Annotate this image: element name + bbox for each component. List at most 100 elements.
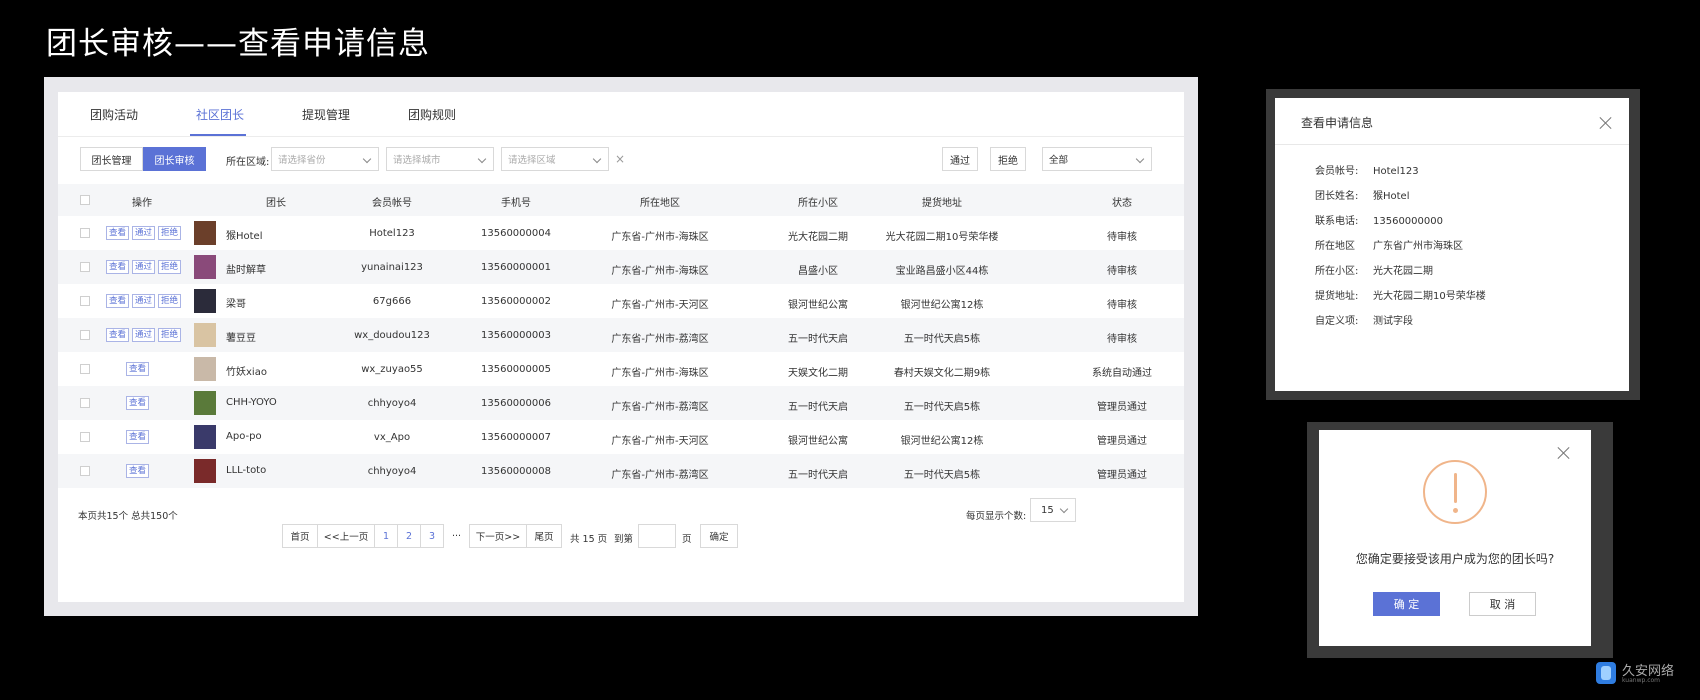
info-row: 会员帐号: Hotel123 [1315,162,1419,177]
select-all-checkbox[interactable] [80,195,90,205]
pass-button[interactable]: 通过 [132,294,156,308]
tab-withdraw[interactable]: 提现管理 [302,106,350,123]
close-icon[interactable] [1557,446,1571,460]
first-page-button[interactable]: 首页 [282,524,318,548]
status-text: 待审核 [1107,266,1137,277]
avatar [194,221,216,245]
reject-row-button[interactable]: 拒绝 [158,260,182,274]
info-value: Hotel123 [1373,166,1419,177]
tab-bar: 团购活动 社区团长 提现管理 团购规则 [58,92,1184,137]
approve-button[interactable]: 通过 [942,147,978,171]
next-page-button[interactable]: 下一页>> [469,524,527,548]
per-page-select[interactable]: 15 [1030,498,1076,522]
view-button[interactable]: 查看 [106,328,130,342]
goto-confirm-button[interactable]: 确定 [700,524,738,548]
confirm-dialog-frame: 您确定要接受该用户成为您的团长吗? 确 定 取 消 [1307,422,1613,658]
avatar [194,357,216,381]
row-actions: 查看 [126,362,150,376]
col-header: 团长 [266,198,286,209]
community: 五一时代天启 [788,334,848,345]
view-button[interactable]: 查看 [106,226,130,240]
application-info-dialog-frame: 查看申请信息 会员帐号: Hotel123 团长姓名: 猴Hotel 联系电话: 1356… [1266,89,1640,400]
community: 光大花园二期 [788,232,848,243]
reject-row-button[interactable]: 拒绝 [158,226,182,240]
reject-row-button[interactable]: 拒绝 [158,294,182,308]
pickup-address: 五一时代天启5栋 [903,334,981,345]
page-unit-label: 页 [682,534,692,545]
col-header: 会员帐号 [372,198,412,209]
row-checkbox[interactable] [80,296,90,306]
table-row: 查看 LLL-toto chhyoyo4 13560000008 广东省-广州市-荔湾区… [58,454,1184,488]
pickup-address: 五一时代天启5栋 [903,470,981,481]
row-checkbox[interactable] [80,432,90,442]
view-button[interactable]: 查看 [106,294,130,308]
row-actions: 查看 [126,464,150,478]
clear-icon[interactable]: × [615,152,625,166]
confirm-ok-button[interactable]: 确 定 [1373,592,1440,616]
chevron-down-icon [362,154,372,164]
page-summary: 本页共15个 总共150个 [78,511,178,522]
confirm-cancel-button[interactable]: 取 消 [1469,592,1536,616]
page-2-button[interactable]: 2 [397,524,421,548]
area-select[interactable]: 请选择区域 [501,147,609,171]
row-actions: 查看 [126,396,150,410]
table-body: 查看 通过 拒绝 猴Hotel Hotel123 13560000004 广东省-广州市-海… [58,216,1184,488]
info-value: 光大花园二期 [1373,266,1433,277]
info-value: 13560000000 [1373,216,1443,227]
phone-number: 13560000005 [481,364,551,375]
page-3-button[interactable]: 3 [420,524,444,548]
status-text: 管理员通过 [1097,436,1147,447]
province-select[interactable]: 请选择省份 [271,147,379,171]
city-select[interactable]: 请选择城市 [386,147,494,171]
region: 广东省-广州市-荔湾区 [611,402,709,413]
view-button[interactable]: 查看 [126,362,150,376]
pickup-address: 光大花园二期10号荣华楼 [885,232,999,243]
close-icon[interactable] [1599,116,1613,130]
prev-page-button[interactable]: <<上一页 [317,524,375,548]
pass-button[interactable]: 通过 [132,260,156,274]
page-1-button[interactable]: 1 [374,524,398,548]
info-value: 测试字段 [1373,316,1413,327]
pass-button[interactable]: 通过 [132,328,156,342]
reject-button[interactable]: 拒绝 [990,147,1026,171]
member-account: chhyoyo4 [367,466,417,477]
info-value: 猴Hotel [1373,191,1410,202]
active-tab-indicator [190,134,246,136]
total-pages: 共 15 页 [570,534,608,545]
pickup-address: 宝业路昌盛小区44栋 [895,266,989,277]
tab-rules[interactable]: 团购规则 [408,106,456,123]
view-button[interactable]: 查看 [126,430,150,444]
reject-row-button[interactable]: 拒绝 [158,328,182,342]
phone-number: 13560000008 [481,466,551,477]
table-row: 查看 通过 拒绝 薯豆豆 wx_doudou123 13560000003 广东省-广州市-… [58,318,1184,352]
last-page-button[interactable]: 尾页 [526,524,562,548]
leader-manage-button[interactable]: 团长管理 [80,147,143,171]
info-key: 会员帐号: [1315,166,1359,177]
view-button[interactable]: 查看 [126,464,150,478]
status-text: 管理员通过 [1097,470,1147,481]
row-checkbox[interactable] [80,398,90,408]
table-row: 查看 Apo-po vx_Apo 13560000007 广东省-广州市-天河区 银河世纪… [58,420,1184,454]
leader-name: LLL-toto [226,465,267,476]
row-checkbox[interactable] [80,466,90,476]
leader-name: 薯豆豆 [226,333,256,344]
row-checkbox[interactable] [80,330,90,340]
application-info-dialog: 查看申请信息 会员帐号: Hotel123 团长姓名: 猴Hotel 联系电话: 1356… [1275,98,1629,391]
tab-group-activity[interactable]: 团购活动 [90,106,138,123]
row-checkbox[interactable] [80,228,90,238]
row-checkbox[interactable] [80,262,90,272]
phone-number: 13560000007 [481,432,551,443]
row-checkbox[interactable] [80,364,90,374]
per-page-label: 每页显示个数: [966,511,1027,522]
leader-review-button[interactable]: 团长审核 [143,147,206,171]
status-filter-select[interactable]: 全部 [1042,147,1152,171]
filter-toolbar: 团长管理 团长审核 所在区域: 请选择省份 请选择城市 请选择区域 × 通过 拒… [58,147,1184,175]
info-value: 广东省广州市海珠区 [1373,241,1463,252]
view-button[interactable]: 查看 [126,396,150,410]
status-text: 系统自动通过 [1092,368,1152,379]
goto-page-input[interactable] [638,524,676,548]
table-row: 查看 CHH-YOYO chhyoyo4 13560000006 广东省-广州市-荔湾区… [58,386,1184,420]
view-button[interactable]: 查看 [106,260,130,274]
tab-community-leader[interactable]: 社区团长 [196,106,244,123]
pass-button[interactable]: 通过 [132,226,156,240]
